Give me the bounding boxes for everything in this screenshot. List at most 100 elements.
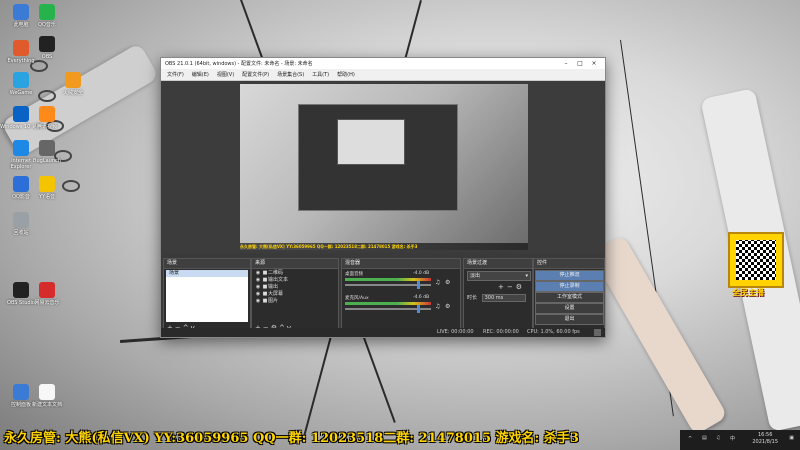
- gear-icon[interactable]: ⚙: [445, 279, 450, 286]
- duration-input[interactable]: 300 ms: [481, 294, 526, 302]
- qr-code: [736, 240, 776, 280]
- desktop-icon[interactable]: YY语音: [26, 176, 68, 200]
- video-icon: [39, 106, 55, 122]
- bug-icon: [39, 140, 55, 156]
- add-icon[interactable]: +: [498, 283, 507, 291]
- marker-pen: [590, 234, 728, 436]
- channel-db: -4.0 dB: [413, 271, 430, 276]
- source-item[interactable]: ◉ ■ 输出文本: [254, 277, 336, 284]
- qr-code-frame: [728, 232, 784, 288]
- source-item[interactable]: ◉ ■ 大屏幕: [254, 291, 336, 298]
- desktop-icon[interactable]: 腾讯视频: [26, 106, 68, 130]
- qr-caption: 全民主播: [732, 288, 764, 297]
- sources-list[interactable]: ◉ ■ 二维码 ◉ ■ 输出文本 ◉ ■ 输出 ◉ ■ 大屏幕 ◉ ■ 图片: [254, 270, 336, 322]
- gear-icon[interactable]: ⚙: [516, 283, 525, 291]
- menu-view[interactable]: 视图(V): [213, 71, 238, 78]
- transition-buttons: +−⚙: [498, 283, 525, 291]
- clock-time: 16:56: [757, 432, 773, 438]
- transitions-dock: 场景过渡 淡出 ▾ +−⚙ 时长 300 ms: [463, 258, 533, 335]
- stop-streaming-button[interactable]: 停止推流: [535, 270, 604, 281]
- scenes-dock: 场景 场景 +−^v: [163, 258, 251, 335]
- nested-preview-inner: [337, 119, 405, 165]
- eye-icon[interactable]: ◉: [254, 277, 262, 284]
- maximize-icon[interactable]: □: [573, 60, 587, 67]
- desktop-icon[interactable]: 回收站: [0, 212, 42, 236]
- menu-file[interactable]: 文件(F): [163, 71, 188, 78]
- clock[interactable]: 16:56 2021/8/15: [752, 432, 778, 446]
- menu-scene-collection[interactable]: 场景集合(S): [273, 71, 308, 78]
- music-icon: [39, 4, 55, 20]
- stop-recording-button[interactable]: 停止录制: [535, 281, 604, 292]
- controls-dock-title: 控件: [534, 259, 604, 269]
- ime-icon[interactable]: 中: [730, 435, 735, 442]
- menu-edit[interactable]: 编辑(E): [188, 71, 213, 78]
- desktop-wallpaper: 此电脑 QQ音乐 OBS Everything 火绒安全 WeGame Wind…: [0, 0, 800, 450]
- eye-icon[interactable]: ◉: [254, 270, 262, 277]
- settings-button[interactable]: 设置: [535, 303, 604, 314]
- volume-slider-handle[interactable]: [417, 305, 420, 313]
- desktop-icon[interactable]: QQ音乐: [26, 4, 68, 28]
- obs-window[interactable]: OBS 21.0.1 (64bit, windows) - 配置文件: 未命名 …: [160, 57, 606, 338]
- channel-db: -4.6 dB: [413, 295, 430, 300]
- menu-profile[interactable]: 配置文件(P): [238, 71, 273, 78]
- duration-row: 时长 300 ms: [467, 294, 526, 302]
- source-item[interactable]: ◉ ■ 输出: [254, 284, 336, 291]
- obs-titlebar[interactable]: OBS 21.0.1 (64bit, windows) - 配置文件: 未命名 …: [161, 58, 605, 69]
- source-item[interactable]: ◉ ■ 二维码: [254, 270, 336, 277]
- close-icon[interactable]: ×: [587, 60, 601, 67]
- chevron-up-icon[interactable]: ^: [688, 436, 692, 442]
- netease-music-icon: [39, 282, 55, 298]
- gear-icon[interactable]: ⚙: [445, 303, 450, 310]
- studio-mode-button[interactable]: 工作室模式: [535, 292, 604, 303]
- mixer-channel: 麦克风/Aux -4.6 dB ♫ ⚙: [345, 295, 450, 315]
- eye-icon[interactable]: ◉: [254, 284, 262, 291]
- scenes-list[interactable]: 场景: [166, 270, 248, 322]
- microphone-icon[interactable]: ♫: [435, 303, 440, 310]
- status-bar: LIVE: 00:00:00 REC: 00:00:00 CPU: 1.0%, …: [161, 328, 605, 337]
- security-icon: [65, 72, 81, 88]
- menu-tools[interactable]: 工具(T): [308, 71, 333, 78]
- list-item[interactable]: 场景: [166, 270, 248, 277]
- speaker-icon[interactable]: ♫: [716, 435, 720, 441]
- recycle-bin-icon: [13, 212, 29, 228]
- volume-slider-handle[interactable]: [417, 281, 420, 289]
- source-item[interactable]: ◉ ■ 图片: [254, 298, 336, 305]
- desktop-icon[interactable]: 网易云音乐: [26, 282, 68, 306]
- desktop-icon[interactable]: WeGame: [0, 72, 42, 96]
- sources-dock-title: 来源: [252, 259, 338, 269]
- status-indicator: [594, 329, 601, 336]
- notification-icon[interactable]: ▣: [789, 435, 794, 441]
- clock-date: 2021/8/15: [752, 439, 778, 445]
- desktop-icon[interactable]: BugLaunch: [26, 140, 68, 164]
- stream-banner: 永久房管: 大熊(私信VX) YY:36059965 QQ一群: 1202351…: [4, 431, 579, 446]
- desktop-icon[interactable]: 新建文本文档: [26, 384, 68, 408]
- mixer-dock-title: 混音器: [342, 259, 460, 269]
- mixer-channel: 桌面音频 -4.0 dB ♫ ⚙: [345, 271, 450, 291]
- obs-menubar: 文件(F) 编辑(E) 视图(V) 配置文件(P) 场景集合(S) 工具(T) …: [161, 69, 605, 81]
- duration-label: 时长: [467, 295, 478, 301]
- eye-icon[interactable]: ◉: [254, 291, 262, 298]
- taskbar-tray: ^ ▤ ♫ 中 16:56 2021/8/15 ▣: [680, 430, 800, 450]
- transition-select[interactable]: 淡出 ▾: [467, 271, 531, 281]
- channel-name: 麦克风/Aux: [345, 296, 369, 301]
- network-icon[interactable]: ▤: [702, 435, 707, 441]
- rec-timer: REC: 00:00:00: [483, 329, 519, 335]
- chevron-down-icon: ▾: [525, 273, 528, 279]
- window-title: OBS 21.0.1 (64bit, windows) - 配置文件: 未命名 …: [165, 61, 313, 67]
- mixer-dock: 混音器 桌面音频 -4.0 dB ♫ ⚙ 麦克风/Aux -4.6 dB ♫ ⚙: [341, 258, 461, 335]
- preview-area[interactable]: 永久房管: 大熊(私信VX) YY:36059965 QQ一群: 1202351…: [162, 81, 604, 253]
- voice-icon: [39, 176, 55, 192]
- preview-canvas[interactable]: 永久房管: 大熊(私信VX) YY:36059965 QQ一群: 1202351…: [240, 84, 528, 250]
- menu-help[interactable]: 帮助(H): [333, 71, 359, 78]
- desktop-icon[interactable]: 火绒安全: [52, 72, 94, 96]
- search-app-icon: [13, 40, 29, 56]
- remove-icon[interactable]: −: [507, 283, 516, 291]
- eye-icon[interactable]: ◉: [254, 298, 262, 305]
- desktop-icon[interactable]: Everything: [0, 40, 42, 64]
- exit-button[interactable]: 退出: [535, 314, 604, 325]
- scenes-dock-title: 场景: [164, 259, 250, 269]
- cpu-usage: CPU: 1.0%, 60.00 fps: [527, 329, 580, 335]
- text-file-icon: [39, 384, 55, 400]
- speaker-icon[interactable]: ♫: [435, 279, 440, 286]
- minimize-icon[interactable]: –: [559, 60, 573, 67]
